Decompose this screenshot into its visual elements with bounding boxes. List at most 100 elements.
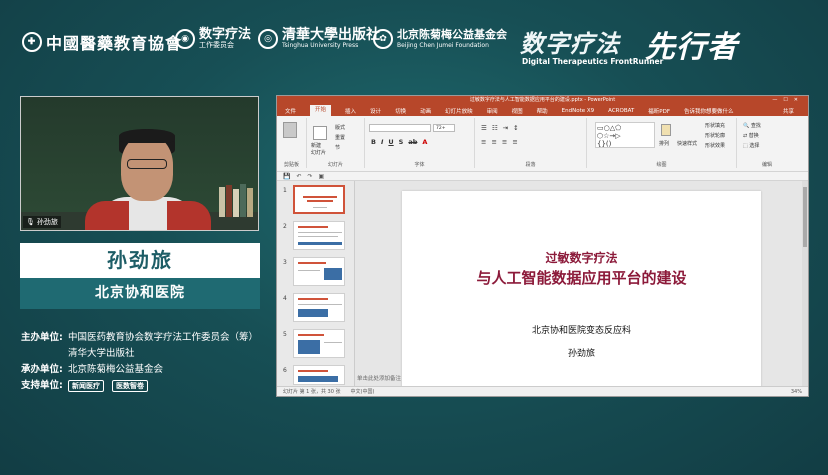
menu-foxit[interactable]: 福昕PDF [648,107,670,115]
numbering-icon[interactable]: ☷ [492,124,498,132]
menu-design[interactable]: 设计 [370,107,381,115]
line-spacing-icon[interactable]: ↕ [513,124,518,132]
camera-name-label: 🎙 孙劲旅 [23,216,61,228]
find-icon: 🔍 [743,123,750,129]
paste-icon[interactable] [283,122,297,138]
shapes-gallery[interactable]: ▭○△⬠ ⬡☆→▷{}() [595,122,655,148]
support-logo-1: 新闻医疗 [68,380,104,392]
speaker-video[interactable]: 🎙 孙劲旅 [20,96,259,231]
share-button[interactable]: 共享 [783,107,794,115]
menu-endnote[interactable]: EndNote X9 [562,108,595,114]
menu-home[interactable]: 开始 [310,105,332,116]
support-logo-2: 医数智卷 [112,380,148,392]
paragraph-align-buttons: ≡ ≡ ≡ ≡ [481,138,518,146]
ppt-menubar: 文件 开始 插入 设计 切换 动画 幻灯片放映 审阅 视图 帮助 EndNote… [277,105,808,116]
redo-icon[interactable]: ↷ [308,173,313,180]
section-button[interactable]: 节 [335,144,340,151]
close-icon[interactable]: ✕ [794,97,804,103]
dtx-committee-logo: ◉ 数字疗法 工作委员会 [175,28,251,50]
menu-help[interactable]: 帮助 [537,107,548,115]
menu-animations[interactable]: 动画 [420,107,431,115]
ppt-ribbon: 剪贴板 新建 幻灯片 版式 重置 节 幻灯片 72+ B I U S ab A … [277,116,808,172]
slide-thumbnail-4[interactable] [293,293,345,322]
scrollbar-thumb[interactable] [803,187,807,247]
slide-thumbnail-5[interactable] [293,329,345,358]
language-indicator: 中文(中国) [350,389,375,395]
menu-slideshow[interactable]: 幻灯片放映 [445,107,473,115]
find-button[interactable]: 🔍 查找 [743,122,761,129]
slide-title-line1[interactable]: 过敏数字疗法 [402,249,761,266]
dtx-logo-subtitle: 工作委员会 [199,41,234,49]
bullets-icon[interactable]: ☰ [481,124,487,132]
undo-icon[interactable]: ↶ [296,173,301,180]
support-row: 支持单位: 新闻医疗 医数智卷 [21,378,271,394]
strikethrough-icon[interactable]: ab [408,138,417,146]
reset-button[interactable]: 重置 [335,134,345,141]
font-color-icon[interactable]: A [422,138,427,146]
layout-button[interactable]: 版式 [335,124,345,131]
menu-transitions[interactable]: 切换 [395,107,406,115]
start-slideshow-icon[interactable]: ▣ [319,173,325,180]
ribbon-paragraph-label: 段落 [525,162,536,168]
font-size-field[interactable]: 72+ [433,124,455,132]
menu-review[interactable]: 审阅 [487,107,498,115]
vertical-scrollbar[interactable] [802,181,808,387]
foundation-emblem-icon: ✿ [373,29,393,49]
current-slide[interactable]: 过敏数字疗法 与人工智能数据应用平台的建设 北京协和医院变态反应科 孙劲旅 [402,191,761,394]
slide-title-line2[interactable]: 与人工智能数据应用平台的建设 [402,267,761,288]
ribbon-clipboard-label: 剪贴板 [283,162,299,168]
replace-button[interactable]: ⇄ 替换 [743,132,759,139]
slide-organization[interactable]: 北京协和医院变态反应科 [402,323,761,336]
arrange-icon[interactable] [661,124,671,136]
microphone-icon: 🎙 [26,218,35,226]
quick-styles-button[interactable]: 快速样式 [677,140,697,147]
powerpoint-window[interactable]: 过敏数字疗法与人工智能数据应用平台的建设.pptx - PowerPoint —… [276,95,809,397]
slide-thumbnail-2[interactable] [293,221,345,250]
header: ✚ 中國醫藥教育協會 ◉ 数字疗法 工作委员会 ◎ 清華大學出版社 Tsingh… [0,0,828,80]
slide-thumbnail-1[interactable] [293,185,345,214]
tsinghua-logo-title: 清華大學出版社 [282,27,380,43]
shape-outline-button[interactable]: 形状轮廓 [705,132,725,139]
slide-thumbnail-6[interactable] [293,365,345,385]
align-left-icon[interactable]: ≡ [481,138,486,146]
align-right-icon[interactable]: ≡ [502,138,507,146]
thumb-num-5: 5 [283,331,287,338]
ribbon-drawing-label: 绘图 [656,162,667,168]
host-label: 主办单位: [21,332,63,343]
support-label: 支持单位: [21,380,63,391]
tsinghua-emblem-icon: ◎ [258,29,278,49]
ppt-window-title: 过敏数字疗法与人工智能数据应用平台的建设.pptx - PowerPoint [469,97,616,103]
underline-icon[interactable]: U [388,138,393,146]
indent-icon[interactable]: ⇥ [503,124,508,132]
new-slide-icon[interactable] [313,126,327,140]
justify-icon[interactable]: ≡ [512,138,517,146]
menu-view[interactable]: 视图 [512,107,523,115]
tell-me-search[interactable]: 告诉我你想要做什么 [684,107,734,115]
slide-thumbnail-pane[interactable]: 1 2 3 4 5 6 [277,181,355,387]
save-icon[interactable]: 💾 [283,173,290,180]
window-controls[interactable]: —☐✕ [772,96,804,105]
slide-thumbnail-3[interactable] [293,257,345,286]
align-center-icon[interactable]: ≡ [491,138,496,146]
select-icon: ⬚ [743,143,748,149]
menu-acrobat[interactable]: ACROBAT [608,108,634,114]
thumb-num-2: 2 [283,223,287,230]
zoom-level[interactable]: 34% [791,389,802,395]
arrange-button[interactable]: 排列 [659,140,669,147]
bold-icon[interactable]: B [371,138,376,146]
minimize-icon[interactable]: — [772,97,783,103]
cmea-logo-text: 中國醫藥教育協會 [46,34,183,53]
shadow-icon[interactable]: S [399,138,404,146]
maximize-icon[interactable]: ☐ [783,97,793,103]
select-button[interactable]: ⬚ 选择 [743,142,759,149]
slide-author[interactable]: 孙劲旅 [402,346,761,359]
shape-fill-button[interactable]: 形状填充 [705,122,725,129]
ppt-statusbar: 幻灯片 第 1 张，共 30 张 中文(中国) 34% [277,386,808,396]
menu-insert[interactable]: 插入 [345,107,356,115]
font-name-field[interactable] [369,124,431,132]
new-slide-button[interactable]: 新建 幻灯片 [311,142,326,156]
notes-placeholder[interactable]: 单击此处添加备注 [357,374,401,382]
italic-icon[interactable]: I [381,138,383,146]
menu-file[interactable]: 文件 [285,107,296,115]
shape-effects-button[interactable]: 形状效果 [705,142,725,149]
